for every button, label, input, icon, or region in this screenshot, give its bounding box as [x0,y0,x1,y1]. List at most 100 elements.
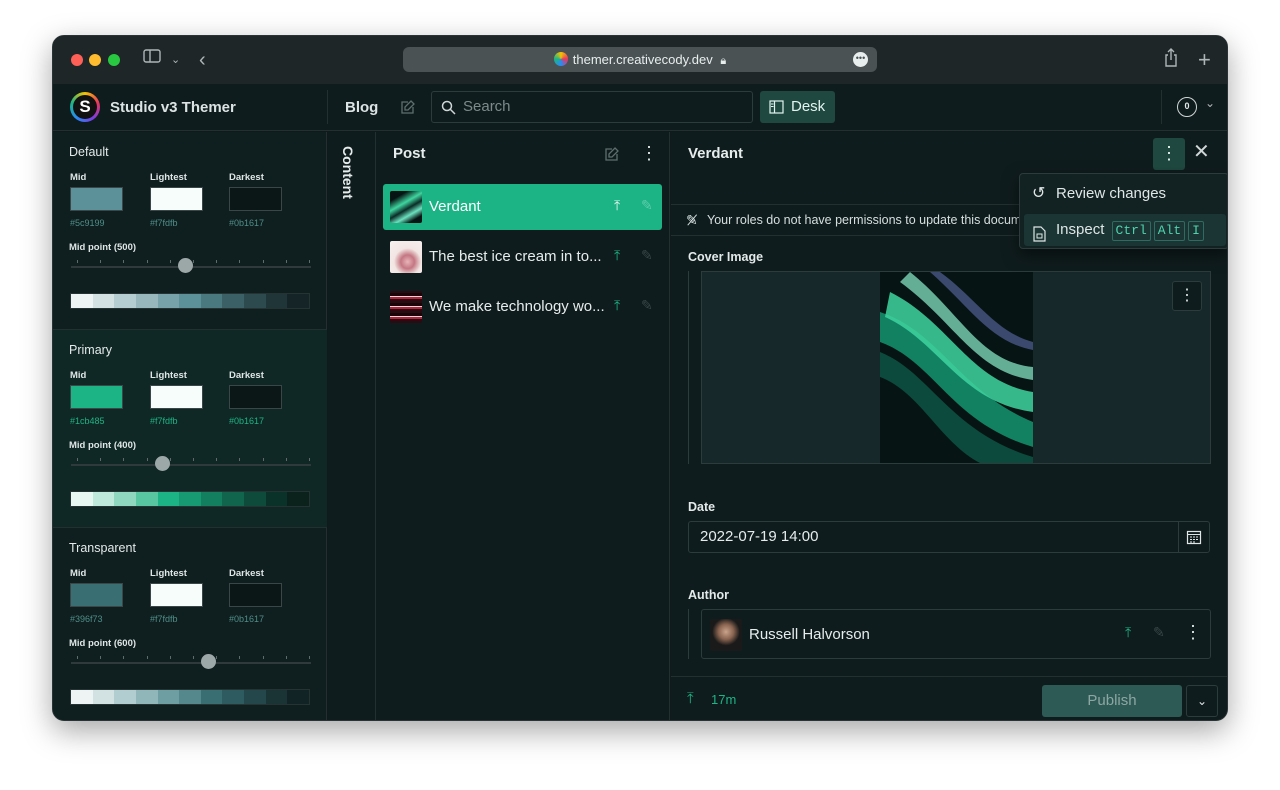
chevron-down-icon[interactable]: ⌄ [171,48,180,72]
list-item[interactable]: Verdant ⤒ ✎ [383,184,662,230]
address-bar[interactable]: themer.creativecody.dev 🔒︎ ••• [403,47,877,72]
more-vertical-icon[interactable]: ⋮ [1184,622,1202,643]
ramp-step [114,690,136,704]
more-vertical-icon[interactable]: ⋮ [1172,281,1202,311]
color-ramp [70,491,310,507]
new-tab-icon[interactable]: + [1198,48,1211,72]
menu-item-inspect[interactable]: Inspect Ctrl Alt I [1024,214,1226,246]
maximize-window-button[interactable] [108,54,120,66]
more-options-icon[interactable]: ••• [853,52,868,67]
last-updated[interactable]: 17m [711,692,736,707]
close-icon[interactable]: ✕ [1193,139,1210,164]
chevron-down-icon[interactable]: ⌄ [1186,685,1218,717]
browser-toolbar: ⌄ ‹ themer.creativecody.dev 🔒︎ ••• + [53,36,1227,84]
section-title: Transparent [69,541,136,555]
ramp-step [114,492,136,506]
author-reference[interactable]: Russell Halvorson ⤒ ✎ ⋮ [701,609,1211,659]
calendar-icon[interactable] [1178,522,1209,552]
hotkey-ctrl: Ctrl [1111,221,1151,241]
site-favicon-icon [553,52,568,66]
slider-tick [169,458,171,461]
studio-navbar: S Studio v3 Themer Blog Search Desk 0 ⌄ [53,84,1227,131]
date-value: 2022-07-19 14:00 [700,528,819,545]
edit-pencil-icon: ✎ [641,247,653,263]
slider-tick [285,656,287,659]
slider-tick [285,458,287,461]
ramp-step [157,690,180,704]
darkest-color-swatch[interactable] [229,385,282,409]
darkest-label: Darkest [229,370,264,381]
ramp-step [92,492,115,506]
slider-tick [193,656,194,659]
darkest-color-swatch[interactable] [229,187,282,211]
slider-tick [123,656,125,659]
desk-label: Desk [791,98,826,115]
list-item[interactable]: We make technology wo... ⤒ ✎ [383,284,662,330]
midpoint-slider-track[interactable] [71,662,311,664]
lightest-color-swatch[interactable] [150,385,203,409]
field-label: Cover Image [688,250,764,264]
minimize-window-button[interactable] [89,54,101,66]
field-border [688,271,689,464]
app-title[interactable]: Studio v3 Themer [110,99,236,116]
more-vertical-icon[interactable]: ⋮ [640,143,658,164]
chevron-down-icon[interactable]: ⌄ [1205,96,1215,110]
slider-tick [193,260,194,263]
ramp-step [200,492,223,506]
midpoint-slider-handle[interactable] [155,456,171,471]
search-input[interactable]: Search [431,91,753,123]
ramp-step [287,492,310,506]
color-ramp [70,293,310,309]
darkest-color-swatch[interactable] [229,583,282,607]
post-thumbnail [390,291,422,323]
slider-tick [123,458,125,461]
lightest-color-swatch[interactable] [150,583,203,607]
back-arrow-icon[interactable]: ‹ [199,48,206,72]
ramp-step [179,690,201,704]
search-icon [441,100,456,115]
compose-icon[interactable] [604,146,620,167]
menu-item-review-changes[interactable]: ↺ Review changes [1024,178,1226,210]
slider-tick [146,656,148,659]
divider [1161,90,1162,124]
blog-workspace-link[interactable]: Blog [345,99,378,116]
sidebar-toggle-icon[interactable] [143,48,161,72]
lightest-hex: #f7fdfb [150,416,178,426]
ramp-step [92,690,115,704]
document-actions-menu: ↺ Review changes Inspect Ctrl Alt I [1019,173,1227,249]
publish-button[interactable]: Publish [1042,685,1182,717]
date-input[interactable]: 2022-07-19 14:00 [688,521,1210,553]
post-list-pane: Post ⋮ Verdant ⤒ ✎ The best ice cream in… [376,132,670,720]
slider-tick [169,656,171,659]
content-tab-label: Content [340,146,356,199]
close-window-button[interactable] [71,54,83,66]
ramp-step [265,492,288,506]
midpoint-slider-handle[interactable] [200,654,216,669]
ramp-step [71,492,93,506]
lightest-color-swatch[interactable] [150,187,203,211]
url-text: themer.creativecody.dev [572,52,713,67]
ramp-step [179,294,201,308]
list-item[interactable]: The best ice cream in to... ⤒ ✎ [383,234,662,280]
compose-icon[interactable] [400,99,416,120]
mid-color-swatch[interactable] [70,385,123,409]
mid-hex: #5c9199 [70,218,105,228]
ramp-step [244,492,266,506]
status-badge[interactable]: 0 [1177,97,1197,117]
ramp-step [200,294,223,308]
midpoint-slider-handle[interactable] [178,258,193,273]
cover-image-field[interactable]: ⋮ [701,271,1211,464]
midpoint-slider-track[interactable] [71,464,311,466]
ramp-step [222,294,245,308]
post-title: Verdant [429,198,481,215]
content-pane-tab[interactable]: Content [328,132,376,720]
ramp-step [244,690,266,704]
desk-tool-button[interactable]: Desk [760,91,835,123]
document-menu-button[interactable]: ⋮ [1153,138,1185,170]
darkest-label: Darkest [229,172,264,183]
mid-color-swatch[interactable] [70,583,123,607]
menu-item-label: Inspect [1056,221,1105,238]
ramp-step [157,492,180,506]
share-icon[interactable] [1163,48,1179,72]
mid-color-swatch[interactable] [70,187,123,211]
